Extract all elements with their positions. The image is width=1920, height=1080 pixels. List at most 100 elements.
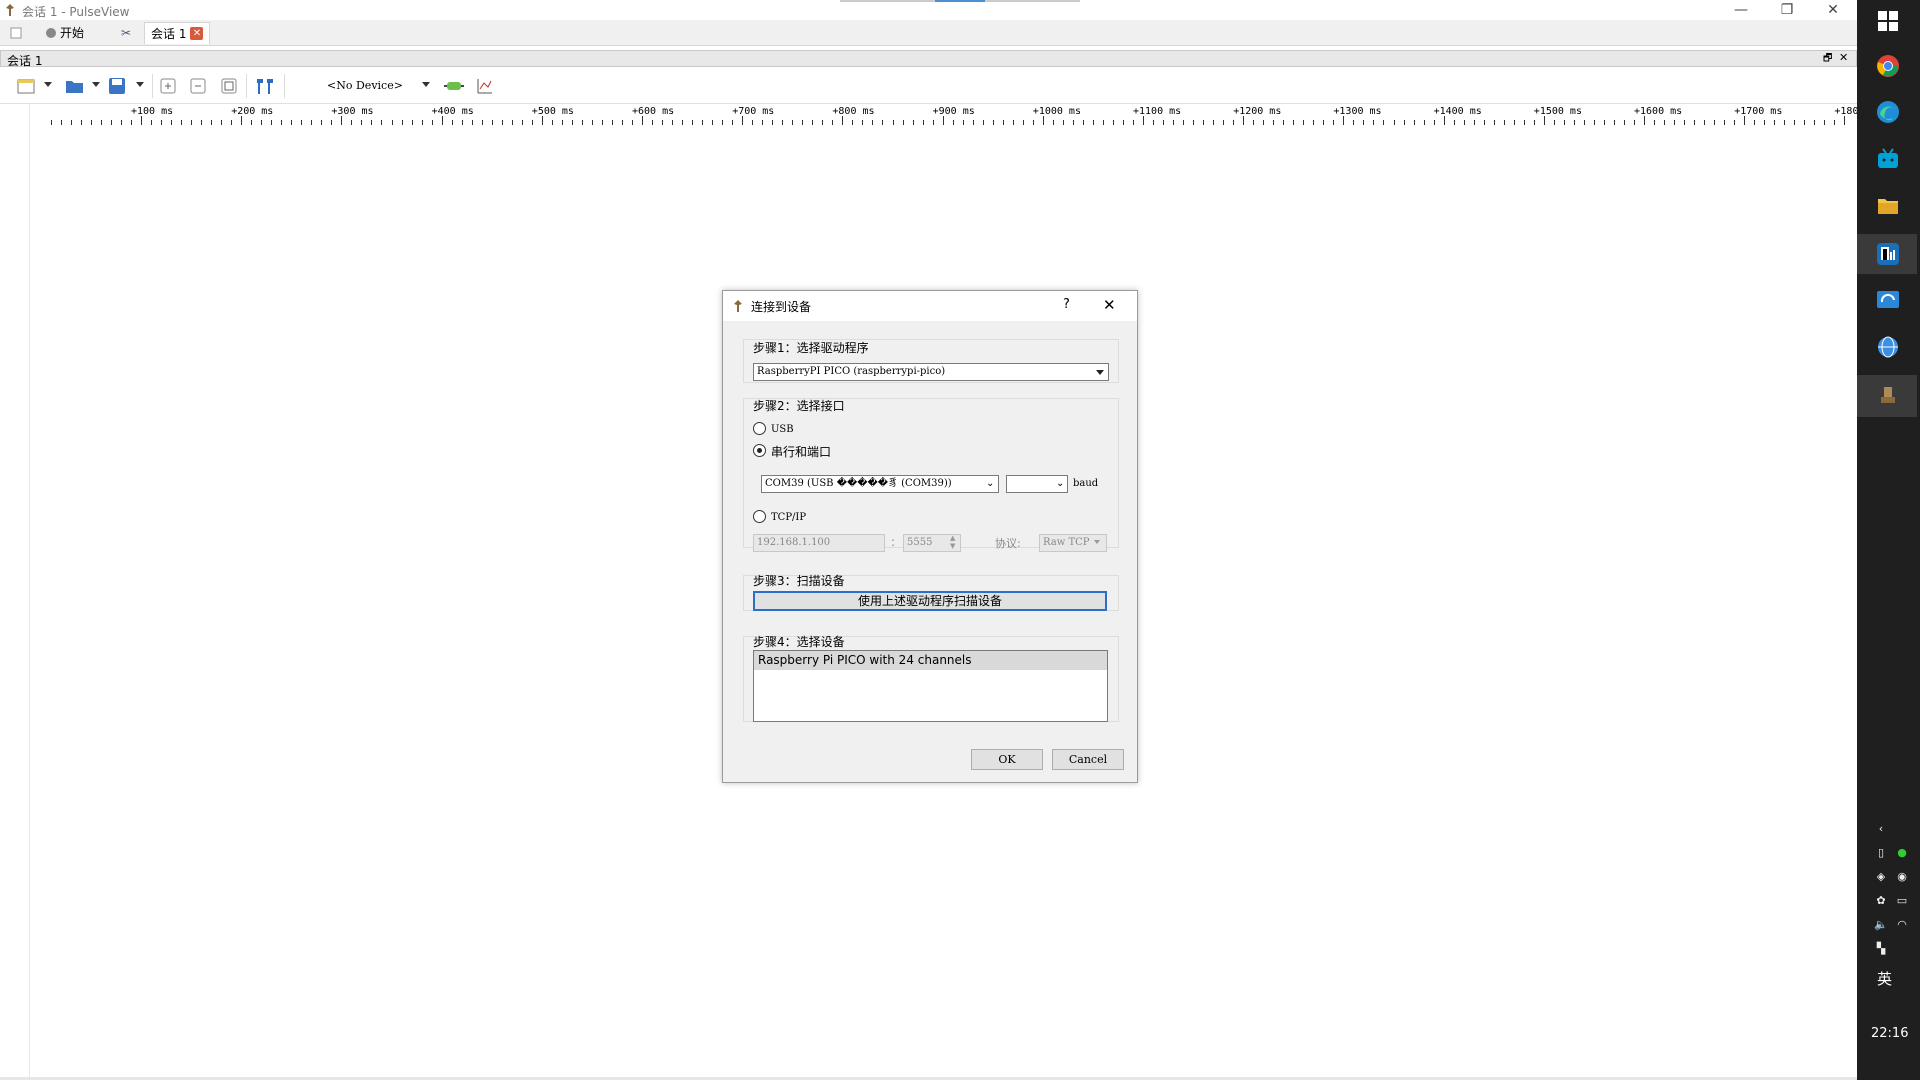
bilibili-icon[interactable] [1876, 147, 1900, 171]
tab-session-1[interactable]: 会话 1 ✕ [144, 22, 211, 44]
zoom-out-button[interactable] [187, 76, 209, 96]
ruler-tick [972, 120, 974, 125]
chevron-left-icon[interactable]: ‹ [1874, 822, 1888, 836]
new-tab-icon-button[interactable] [4, 22, 28, 44]
ruler-tick [1583, 120, 1585, 125]
network-globe-icon[interactable] [1876, 335, 1900, 359]
wifi-icon[interactable]: ◠ [1895, 918, 1909, 932]
ime-indicator[interactable]: 英 [1877, 968, 1892, 989]
close-button[interactable]: ✕ [1810, 0, 1856, 20]
channels-button[interactable] [474, 76, 496, 96]
battery-icon[interactable]: ▭ [1895, 894, 1909, 908]
new-session-button[interactable] [15, 76, 37, 96]
connect-device-dialog: 连接到设备 ? ✕ 步骤1：选择驱动程序 RaspberryPI PICO (r… [722, 290, 1138, 783]
restore-button[interactable]: ❐ [1764, 0, 1810, 20]
ruler-tick [1533, 120, 1535, 125]
file-explorer-icon[interactable] [1876, 194, 1900, 218]
baud-chevron-down-icon[interactable]: ⌄ [1056, 478, 1064, 489]
scan-devices-button[interactable]: 使用上述驱动程序扫描设备 [753, 591, 1107, 611]
shield-icon[interactable]: ◈ [1874, 870, 1888, 884]
ruler-label: +700 ms [732, 106, 775, 117]
ruler-tick [1383, 120, 1385, 125]
dock-float-icon[interactable]: 🗗 [1823, 51, 1832, 68]
tab-close-icon[interactable]: ✕ [190, 27, 204, 40]
device-list[interactable]: Raspberry Pi PICO with 24 channels [753, 650, 1108, 722]
time-ruler[interactable]: +100 ms +200 ms +300 ms +400 ms +500 ms +600 … [30, 104, 1883, 134]
save-button[interactable] [107, 76, 129, 96]
ruler-tick [221, 120, 223, 125]
dock-close-icon[interactable]: ✕ [1839, 51, 1848, 64]
serial-port-chevron-down-icon[interactable]: ⌄ [986, 478, 994, 489]
show-cursors-button[interactable] [254, 76, 276, 96]
dialog-help-button[interactable]: ? [1063, 297, 1070, 312]
pulseview-taskbar-icon[interactable] [1876, 242, 1900, 266]
chat-tray-icon[interactable]: ◉ [1895, 870, 1909, 884]
save-dropdown-icon[interactable] [136, 82, 144, 87]
ruler-tick [762, 120, 764, 125]
ruler-tick [1573, 120, 1575, 125]
device-selector[interactable]: <No Device> [300, 76, 430, 96]
ruler-tick [1674, 120, 1676, 125]
pen-tray-icon[interactable]: ▚ [1874, 942, 1888, 956]
baud-label: baud [1073, 478, 1099, 489]
ruler-tick [1704, 120, 1706, 125]
usb-tray-icon[interactable]: ▯ [1874, 846, 1888, 860]
edge-icon[interactable] [1876, 100, 1900, 124]
ruler-tick [712, 120, 714, 125]
device-config-button[interactable] [443, 76, 465, 96]
tcp-host-input[interactable]: 192.168.1.100 [753, 534, 885, 552]
spinbox-arrows-icon[interactable]: ▲ ▼ [950, 534, 955, 550]
document-icon [10, 27, 22, 39]
wechat-tray-icon[interactable]: ● [1895, 846, 1909, 860]
ruler-tick [591, 120, 593, 125]
ruler-tick [872, 120, 874, 125]
ok-button[interactable]: OK [971, 749, 1043, 770]
device-list-item[interactable]: Raspberry Pi PICO with 24 channels [754, 651, 1107, 670]
step1-label: 步骤1：选择驱动程序 [753, 341, 869, 355]
ruler-label: +1200 ms [1233, 106, 1282, 117]
open-dropdown-icon[interactable] [92, 82, 100, 87]
session-dock-title: 会话 1 [7, 54, 43, 68]
ruler-tick [90, 120, 92, 125]
remote-desktop-icon[interactable] [1876, 288, 1900, 312]
ruler-tick [652, 120, 654, 125]
settings-tray-icon[interactable]: ✿ [1874, 894, 1888, 908]
protocol-dropdown-icon[interactable] [1094, 540, 1100, 544]
ruler-tick [962, 120, 964, 125]
top-edge-accent [935, 0, 985, 2]
open-button[interactable] [64, 76, 86, 96]
ruler-tick [311, 120, 313, 125]
ruler-tick [80, 120, 82, 125]
serial-radio[interactable] [753, 444, 766, 457]
minimize-button[interactable]: — [1718, 0, 1764, 20]
tcpip-radio[interactable] [753, 510, 766, 523]
driver-select[interactable]: RaspberryPI PICO (raspberrypi-pico) [753, 363, 1109, 381]
step2-label: 步骤2：选择接口 [753, 399, 845, 413]
zoom-in-button[interactable] [157, 76, 179, 96]
usb-device-icon[interactable] [1878, 385, 1898, 405]
ruler-tick [321, 120, 323, 125]
device-dropdown-icon[interactable] [422, 82, 430, 87]
driver-dropdown-icon[interactable] [1096, 370, 1104, 375]
speaker-icon[interactable]: 🔈 [1874, 918, 1888, 932]
ruler-tick [1082, 120, 1084, 125]
windows-start-icon[interactable] [1877, 10, 1899, 32]
settings-tab-button[interactable]: ✂ [115, 22, 137, 44]
ruler-tick [1303, 120, 1305, 125]
dialog-close-button[interactable]: ✕ [1103, 296, 1116, 314]
tab-start[interactable]: 开始 [40, 22, 90, 44]
ruler-tick [1724, 120, 1726, 125]
ruler-tick [782, 120, 784, 125]
cancel-button[interactable]: Cancel [1052, 749, 1124, 770]
chrome-icon[interactable] [1876, 54, 1900, 78]
new-session-dropdown-icon[interactable] [44, 82, 52, 87]
usb-radio[interactable] [753, 422, 766, 435]
serial-port-select[interactable]: COM39 (USB �����豸 (COM39)) [761, 475, 999, 493]
zoom-fit-button[interactable] [218, 76, 240, 96]
ruler-tick [832, 120, 834, 125]
taskbar-clock[interactable]: 22:16 [1871, 1026, 1908, 1041]
ruler-tick [271, 120, 273, 125]
ruler-tick [251, 120, 253, 125]
ruler-tick [692, 120, 694, 125]
ruler-tick [1754, 120, 1756, 125]
